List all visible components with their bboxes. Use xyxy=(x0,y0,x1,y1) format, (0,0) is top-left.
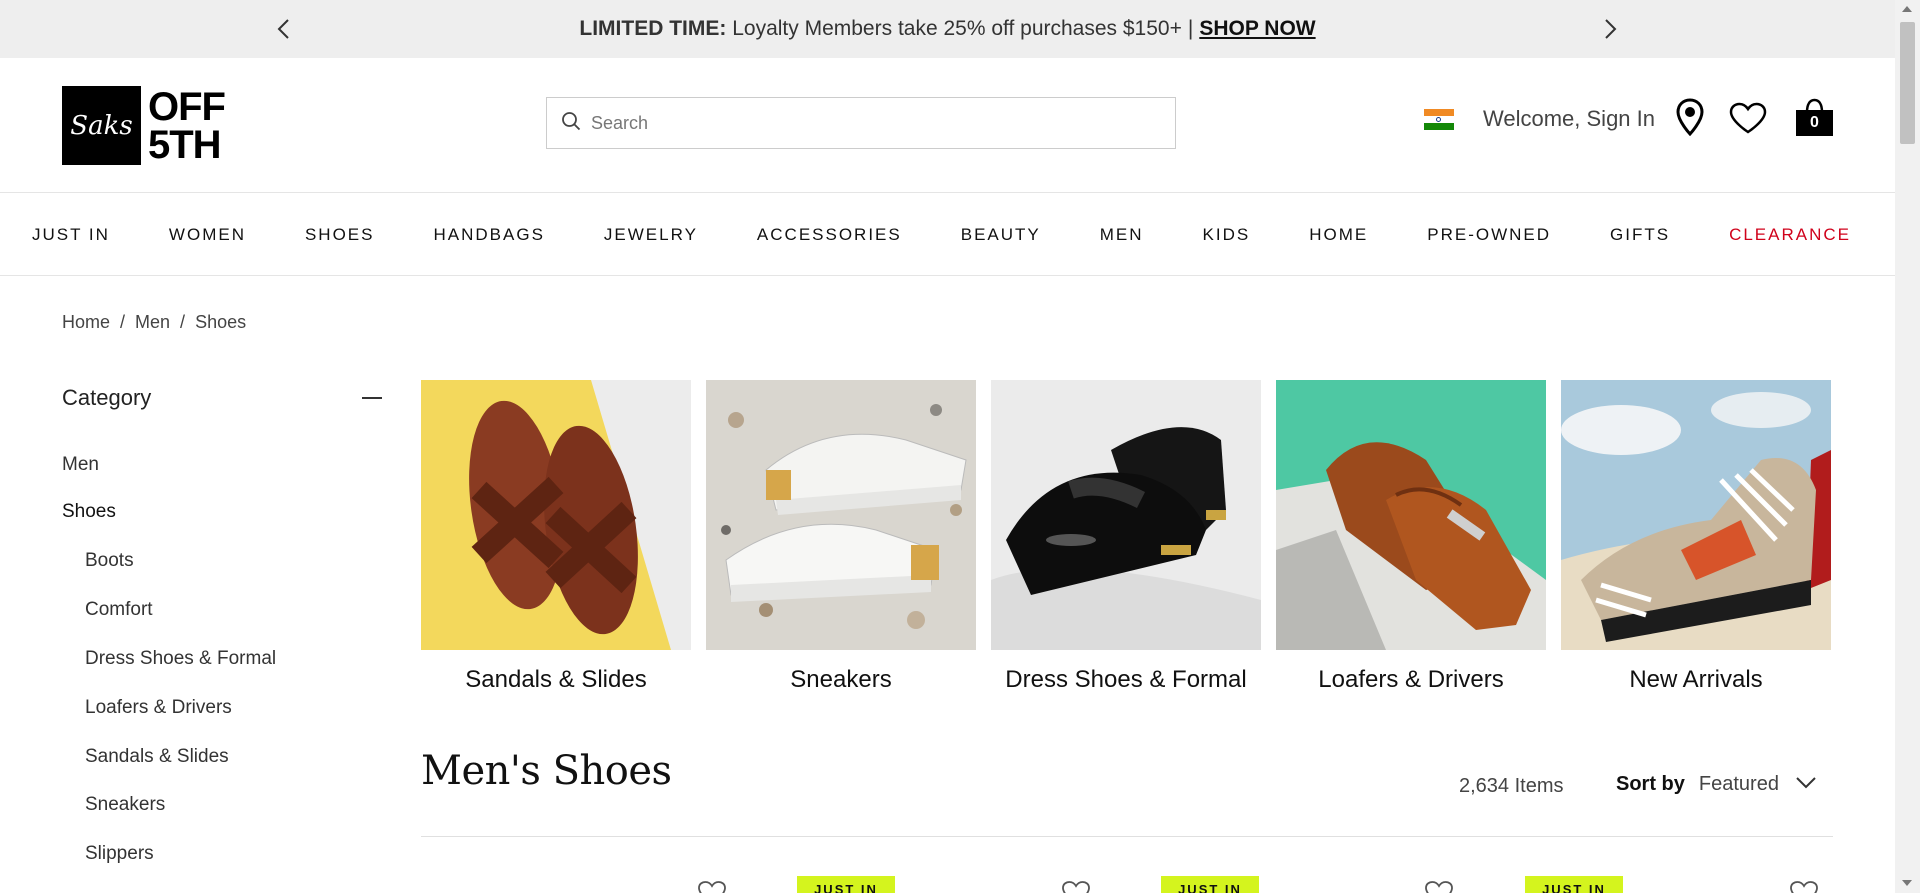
sidebar-item-sneakers[interactable]: Sneakers xyxy=(85,794,165,816)
shopping-bag-icon[interactable]: 0 xyxy=(1796,98,1833,136)
chevron-down-icon xyxy=(1795,773,1817,796)
promo-bold: LIMITED TIME: xyxy=(579,17,727,40)
breadcrumb-men[interactable]: Men xyxy=(135,312,170,333)
breadcrumb-shoes[interactable]: Shoes xyxy=(195,312,246,333)
breadcrumb-home[interactable]: Home xyxy=(62,312,110,333)
page-scrollbar[interactable] xyxy=(1895,0,1920,893)
scrollbar-thumb[interactable] xyxy=(1900,22,1915,144)
new-arrivals-image xyxy=(1561,380,1831,650)
sort-value: Featured xyxy=(1698,773,1779,795)
nav-men[interactable]: MEN xyxy=(1100,225,1144,245)
page: LIMITED TIME: Loyalty Members take 25% o… xyxy=(0,0,1920,893)
product-heart-icon[interactable] xyxy=(1061,880,1091,893)
tile-sandals[interactable]: Sandals & Slides xyxy=(421,380,691,694)
just-in-badge: JUST IN xyxy=(797,876,895,893)
promo-prev-arrow[interactable] xyxy=(268,14,298,44)
promo-text: Loyalty Members take 25% off purchases $… xyxy=(732,17,1182,40)
sneakers-image xyxy=(706,380,976,650)
sidebar-item-shoes[interactable]: Shoes xyxy=(62,501,116,523)
breadcrumb-separator: / xyxy=(120,312,126,332)
category-tiles: Sandals & Slides Sneakers Dress Shoes & … xyxy=(421,380,1831,694)
promo-separator: | xyxy=(1187,17,1194,40)
loafers-image xyxy=(1276,380,1546,650)
items-count: 2,634 Items xyxy=(1459,775,1564,797)
tile-dress-shoes[interactable]: Dress Shoes & Formal xyxy=(991,380,1261,694)
nav-women[interactable]: WOMEN xyxy=(169,225,246,245)
search-box[interactable] xyxy=(546,97,1176,149)
sign-in-link[interactable]: Welcome, Sign In xyxy=(1483,106,1655,132)
tile-loafers[interactable]: Loafers & Drivers xyxy=(1276,380,1546,694)
sidebar-item-comfort[interactable]: Comfort xyxy=(85,599,153,621)
just-in-badge: JUST IN xyxy=(1161,876,1259,893)
shop-now-link[interactable]: SHOP NOW xyxy=(1199,17,1315,41)
page-title: Men's Shoes xyxy=(421,748,672,794)
search-input[interactable] xyxy=(591,112,1131,134)
scroll-up-arrow[interactable] xyxy=(1902,6,1912,12)
tile-label: Sneakers xyxy=(790,666,892,693)
promo-banner: LIMITED TIME: Loyalty Members take 25% o… xyxy=(0,0,1895,58)
tile-label: Sandals & Slides xyxy=(465,666,647,693)
product-heart-icon[interactable] xyxy=(1789,880,1819,893)
logo-wordmark: OFF 5TH xyxy=(148,84,226,167)
nav-just-in[interactable]: JUST IN xyxy=(32,225,110,245)
sidebar-item-loafers[interactable]: Loafers & Drivers xyxy=(85,697,232,719)
category-header[interactable]: Category xyxy=(62,383,382,413)
nav-beauty[interactable]: BEAUTY xyxy=(961,225,1041,245)
logo-word-2: 5TH xyxy=(148,122,222,167)
tile-label: New Arrivals xyxy=(1629,666,1763,693)
nav-home[interactable]: HOME xyxy=(1309,225,1368,245)
bag-count: 0 xyxy=(1796,110,1833,136)
main-nav: JUST IN WOMEN SHOES HANDBAGS JEWELRY ACC… xyxy=(0,194,1895,276)
logo-word-1: OFF xyxy=(148,84,226,129)
nav-accessories[interactable]: ACCESSORIES xyxy=(757,225,902,245)
sort-label: Sort by xyxy=(1616,773,1685,795)
nav-jewelry[interactable]: JEWELRY xyxy=(604,225,698,245)
logo-mark: Saks xyxy=(62,86,141,165)
scroll-down-arrow[interactable] xyxy=(1902,880,1912,886)
sidebar-item-sandals[interactable]: Sandals & Slides xyxy=(85,746,229,768)
just-in-badge: JUST IN xyxy=(1525,876,1623,893)
sidebar-item-slippers[interactable]: Slippers xyxy=(85,843,154,865)
wishlist-heart-icon[interactable] xyxy=(1729,102,1767,139)
nav-gifts[interactable]: GIFTS xyxy=(1610,225,1670,245)
promo-next-arrow[interactable] xyxy=(1596,14,1626,44)
collapse-minus-icon[interactable] xyxy=(362,397,382,399)
tile-label: Dress Shoes & Formal xyxy=(1005,666,1247,693)
sidebar-item-men[interactable]: Men xyxy=(62,454,99,476)
country-flag-icon[interactable] xyxy=(1424,109,1454,130)
product-heart-icon[interactable] xyxy=(1424,880,1454,893)
tile-label: Loafers & Drivers xyxy=(1318,666,1504,693)
site-header: Saks OFF 5TH Welcome, Sign In 0 xyxy=(0,58,1895,193)
category-title: Category xyxy=(62,385,152,410)
tile-sneakers[interactable]: Sneakers xyxy=(706,380,976,694)
nav-shoes[interactable]: SHOES xyxy=(305,225,375,245)
location-pin-icon[interactable] xyxy=(1676,98,1704,141)
divider xyxy=(421,836,1833,837)
breadcrumb: Home / Men / Shoes xyxy=(62,312,246,333)
dress-shoes-image xyxy=(991,380,1261,650)
breadcrumb-separator: / xyxy=(180,312,186,332)
product-heart-icon[interactable] xyxy=(697,880,727,893)
sandals-image xyxy=(421,380,691,650)
nav-pre-owned[interactable]: PRE-OWNED xyxy=(1427,225,1551,245)
category-sidebar: Category Men Shoes Boots Comfort Dress S… xyxy=(62,383,382,864)
sort-dropdown[interactable]: Sort by Featured xyxy=(1616,773,1817,796)
nav-clearance[interactable]: CLEARANCE xyxy=(1729,225,1851,245)
nav-kids[interactable]: KIDS xyxy=(1203,225,1251,245)
logo[interactable]: Saks OFF 5TH xyxy=(62,84,226,167)
sidebar-item-dress-shoes[interactable]: Dress Shoes & Formal xyxy=(85,648,276,670)
nav-handbags[interactable]: HANDBAGS xyxy=(434,225,545,245)
sidebar-item-boots[interactable]: Boots xyxy=(85,550,134,572)
search-icon xyxy=(561,111,581,136)
tile-new-arrivals[interactable]: New Arrivals xyxy=(1561,380,1831,694)
